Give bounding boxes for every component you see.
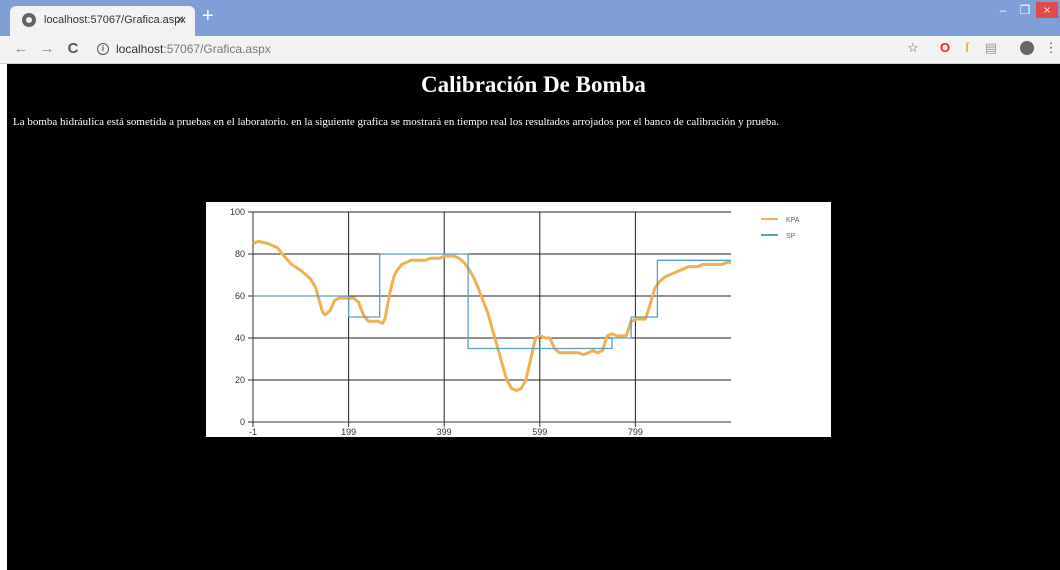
menu-icon[interactable]: ⋮	[1044, 41, 1058, 55]
x-tick-label: 599	[532, 427, 547, 437]
opera-icon[interactable]: O	[938, 41, 952, 55]
extension-icon[interactable]: ſ	[960, 41, 974, 55]
new-tab-button[interactable]: +	[202, 6, 214, 26]
series-line-sp	[253, 253, 731, 350]
page-content: Calibración De Bomba La bomba hidráulica…	[7, 64, 1060, 570]
x-tick-label: 799	[628, 427, 643, 437]
window-close-icon[interactable]: ×	[1036, 2, 1058, 18]
close-tab-icon[interactable]: ×	[176, 11, 184, 27]
globe-icon	[22, 13, 36, 27]
avatar[interactable]	[1020, 41, 1034, 55]
page-title: Calibración De Bomba	[421, 72, 646, 97]
x-tick-label: 199	[341, 427, 356, 437]
reload-icon[interactable]: C	[64, 40, 82, 58]
legend-label-kpa: KPA	[786, 217, 800, 224]
x-tick-label: -1	[249, 427, 257, 437]
browser-tab-strip: localhost:57067/Grafica.aspx × + – ❐ ×	[0, 0, 1060, 36]
document-icon[interactable]: ▤	[984, 41, 998, 55]
y-tick-label: 80	[235, 249, 245, 259]
y-tick-label: 100	[230, 207, 245, 217]
url-path: :57067/Grafica.aspx	[163, 42, 271, 56]
back-arrow-icon[interactable]: ←	[12, 40, 30, 58]
chart-container: 0 20 40 60 80 100 -1 199 399 599 799 KPA SP	[206, 202, 831, 437]
calibration-chart: 0 20 40 60 80 100 -1 199 399 599 799 KPA SP	[230, 207, 800, 437]
star-icon[interactable]: ☆	[906, 41, 920, 55]
y-tick-label: 60	[235, 291, 245, 301]
info-icon[interactable]: i	[97, 43, 109, 55]
series-line-kpa	[252, 239, 731, 392]
browser-toolbar: ← → C i localhost:57067/Grafica.aspx ☆ O…	[0, 36, 1060, 64]
page-description: La bomba hidráulica está sometida a prue…	[13, 116, 780, 128]
minimize-icon[interactable]: –	[992, 2, 1014, 18]
legend-label-sp: SP	[786, 233, 796, 240]
tab-title: localhost:57067/Grafica.aspx	[44, 14, 186, 26]
restore-icon[interactable]: ❐	[1014, 2, 1036, 18]
y-tick-label: 20	[235, 375, 245, 385]
address-bar[interactable]: localhost:57067/Grafica.aspx	[116, 42, 271, 56]
forward-arrow-icon[interactable]: →	[38, 40, 56, 58]
y-tick-label: 0	[240, 417, 245, 427]
browser-tab[interactable]: localhost:57067/Grafica.aspx ×	[10, 6, 195, 36]
url-host: localhost	[116, 42, 164, 56]
x-tick-label: 399	[437, 427, 452, 437]
y-tick-label: 40	[235, 333, 245, 343]
